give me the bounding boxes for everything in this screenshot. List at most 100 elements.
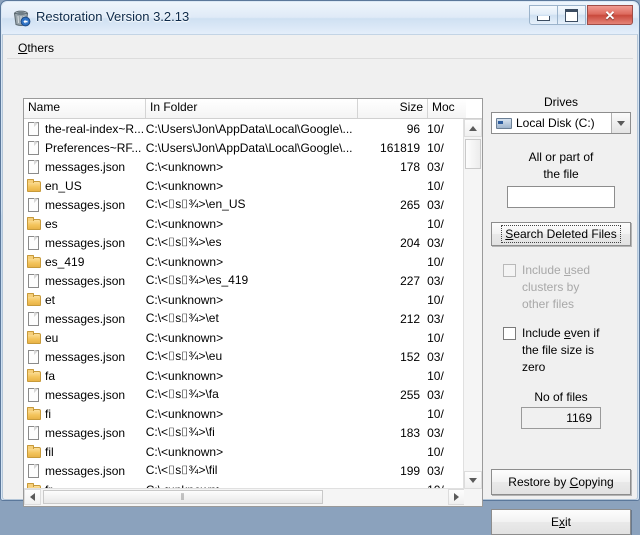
table-row[interactable]: the-real-index~R... C:\Users\Jon\AppData\… bbox=[24, 119, 465, 138]
cell-size: 199 bbox=[400, 463, 421, 478]
scroll-down-button[interactable] bbox=[464, 471, 482, 489]
cell-name-text: messages.json bbox=[45, 463, 126, 478]
cell-modified: 03/ bbox=[427, 197, 444, 212]
cell-name: messages.json bbox=[24, 235, 146, 250]
table-row[interactable]: et C:\<unknown> 10/ bbox=[24, 290, 465, 309]
table-row[interactable]: messages.json C:\<⌷s⌷¾>\en_US 265 03/ bbox=[24, 195, 465, 214]
include-zero-size-checkbox-row[interactable]: Include even if the file size is zero bbox=[491, 325, 631, 376]
cell-name-text: et bbox=[45, 292, 56, 307]
cell-name: fil bbox=[24, 444, 146, 459]
exit-button[interactable]: Exit bbox=[491, 509, 631, 535]
scroll-left-button[interactable] bbox=[24, 489, 41, 505]
table-row[interactable]: fil C:\<unknown> 10/ bbox=[24, 442, 465, 461]
scroll-right-button[interactable] bbox=[448, 489, 465, 505]
table-row[interactable]: messages.json C:\<⌷s⌷¾>\es_419 227 03/ bbox=[24, 271, 465, 290]
include-used-clusters-checkbox[interactable] bbox=[503, 264, 516, 277]
cell-modified: 03/ bbox=[427, 349, 444, 364]
cell-in-folder: C:\<unknown> bbox=[145, 159, 224, 174]
minimize-icon bbox=[537, 15, 550, 21]
table-row[interactable]: messages.json C:\<⌷s⌷¾>\fa 255 03/ bbox=[24, 385, 465, 404]
drives-label: Drives bbox=[543, 95, 578, 109]
cell-name-text: messages.json bbox=[45, 311, 126, 326]
cell-modified: 10/ bbox=[427, 292, 444, 307]
cell-in-folder: C:\<unknown> bbox=[145, 368, 224, 383]
cell-size: 96 bbox=[406, 121, 421, 136]
chevron-down-icon bbox=[469, 477, 477, 483]
file-icon bbox=[26, 311, 41, 326]
cell-name: et bbox=[24, 292, 146, 307]
caption-buttons: ✕ bbox=[529, 5, 633, 25]
table-row[interactable]: messages.json C:\<⌷s⌷¾>\fil 199 03/ bbox=[24, 461, 465, 480]
list-header: Name In Folder Size Moc bbox=[24, 99, 482, 119]
table-row[interactable]: messages.json C:\<⌷s⌷¾>\es 204 03/ bbox=[24, 233, 465, 252]
file-icon bbox=[26, 273, 41, 288]
cell-name: fi bbox=[24, 406, 146, 421]
table-row[interactable]: fa C:\<unknown> 10/ bbox=[24, 366, 465, 385]
application-window: Restoration Version 3.2.13 ✕ Others Name… bbox=[0, 0, 640, 535]
window-frame: Restoration Version 3.2.13 ✕ Others Name… bbox=[0, 0, 640, 535]
cell-name: messages.json bbox=[24, 197, 146, 212]
cell-in-folder: C:\Users\Jon\AppData\Local\Google\... bbox=[145, 121, 353, 136]
cell-in-folder: C:\<unknown> bbox=[145, 292, 224, 307]
folder-icon bbox=[26, 292, 41, 307]
close-button[interactable]: ✕ bbox=[587, 5, 633, 25]
table-row[interactable]: messages.json C:\<⌷s⌷¾>\et 212 03/ bbox=[24, 309, 465, 328]
cell-modified: 03/ bbox=[427, 425, 444, 440]
title-bar[interactable]: Restoration Version 3.2.13 ✕ bbox=[2, 2, 638, 34]
table-row[interactable]: messages.json C:\<unknown> 178 03/ bbox=[24, 157, 465, 176]
scrollbar-corner bbox=[464, 489, 482, 506]
table-row[interactable]: en_US C:\<unknown> 10/ bbox=[24, 176, 465, 195]
cell-name-text: messages.json bbox=[45, 273, 126, 288]
drive-select[interactable]: Local Disk (C:) bbox=[491, 112, 631, 134]
table-row[interactable]: fi C:\<unknown> 10/ bbox=[24, 404, 465, 423]
cell-modified: 03/ bbox=[427, 463, 444, 478]
cell-name-text: messages.json bbox=[45, 349, 126, 364]
search-input[interactable] bbox=[507, 186, 615, 208]
table-row[interactable]: Preferences~RF... C:\Users\Jon\AppData\Lo… bbox=[24, 138, 465, 157]
cell-in-folder: C:\<⌷s⌷¾>\es_419 bbox=[145, 273, 249, 287]
cell-modified: 10/ bbox=[427, 444, 444, 459]
table-row[interactable]: messages.json C:\<⌷s⌷¾>\eu 152 03/ bbox=[24, 347, 465, 366]
vertical-scrollbar[interactable] bbox=[463, 119, 482, 489]
column-header-modified[interactable]: Moc bbox=[428, 99, 466, 118]
include-used-clusters-checkbox-row[interactable]: Include used clusters by other files bbox=[491, 262, 631, 313]
menu-item-others[interactable]: Others bbox=[13, 40, 59, 56]
cell-in-folder: C:\<unknown> bbox=[145, 254, 224, 269]
file-count-label: No of files bbox=[534, 390, 588, 404]
table-row[interactable]: messages.json C:\<⌷s⌷¾>\fi 183 03/ bbox=[24, 423, 465, 442]
maximize-button[interactable] bbox=[557, 5, 586, 25]
vertical-scrollbar-thumb[interactable] bbox=[465, 139, 481, 169]
folder-icon bbox=[26, 406, 41, 421]
cell-in-folder: C:\<unknown> bbox=[145, 178, 224, 193]
table-row[interactable]: es C:\<unknown> 10/ bbox=[24, 214, 465, 233]
restore-by-copying-button[interactable]: Restore by Copying bbox=[491, 469, 631, 495]
deleted-files-list[interactable]: Name In Folder Size Moc the-real-index~R… bbox=[23, 98, 483, 507]
cell-size: 152 bbox=[400, 349, 421, 364]
include-zero-size-checkbox[interactable] bbox=[503, 327, 516, 340]
minimize-button[interactable] bbox=[529, 5, 558, 25]
cell-name: messages.json bbox=[24, 311, 146, 326]
file-icon bbox=[26, 425, 41, 440]
column-header-size[interactable]: Size bbox=[358, 99, 428, 118]
horizontal-scrollbar[interactable]: ⦀ bbox=[24, 488, 465, 506]
search-deleted-files-button[interactable]: Search Deleted Files bbox=[491, 222, 631, 246]
list-rows: the-real-index~R... C:\Users\Jon\AppData\… bbox=[24, 119, 465, 489]
cell-in-folder: C:\<⌷s⌷¾>\fil bbox=[145, 463, 218, 477]
cell-in-folder: C:\<⌷s⌷¾>\en_US bbox=[145, 197, 246, 211]
cell-name-text: messages.json bbox=[45, 159, 126, 174]
chevron-down-icon[interactable] bbox=[611, 113, 630, 133]
cell-name: messages.json bbox=[24, 349, 146, 364]
folder-icon bbox=[26, 178, 41, 193]
table-row[interactable]: eu C:\<unknown> 10/ bbox=[24, 328, 465, 347]
column-header-name[interactable]: Name bbox=[24, 99, 146, 118]
file-icon bbox=[26, 349, 41, 364]
cell-name-text: fil bbox=[45, 444, 54, 459]
column-header-in-folder[interactable]: In Folder bbox=[146, 99, 358, 118]
cell-name-text: es bbox=[45, 216, 58, 231]
cell-in-folder: C:\<unknown> bbox=[145, 216, 224, 231]
cell-in-folder: C:\<unknown> bbox=[145, 406, 224, 421]
client-area: Others Name In Folder Size Moc the-real-… bbox=[2, 34, 638, 535]
scroll-up-button[interactable] bbox=[464, 119, 482, 137]
table-row[interactable]: es_419 C:\<unknown> 10/ bbox=[24, 252, 465, 271]
horizontal-scrollbar-thumb[interactable]: ⦀ bbox=[43, 490, 323, 504]
